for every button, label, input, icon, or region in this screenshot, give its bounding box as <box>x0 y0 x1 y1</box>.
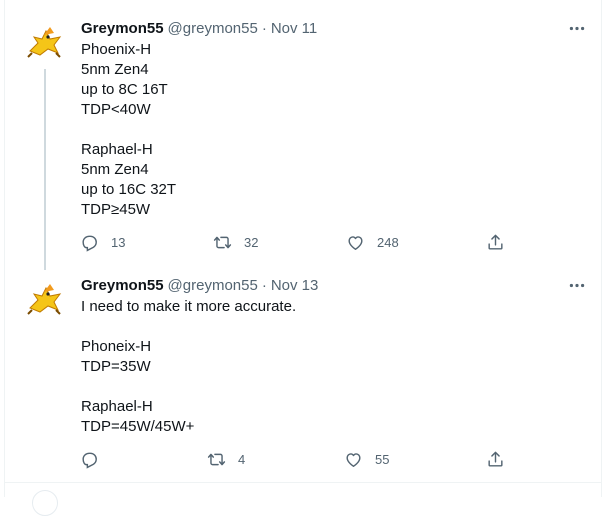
tweet-actions: 4 55 <box>80 449 520 469</box>
avatar[interactable] <box>32 490 58 516</box>
tweet-header: Greymon55 @greymon55 · Nov 11 <box>81 18 317 38</box>
more-options-button[interactable] <box>566 18 588 38</box>
separator-dot: · <box>261 276 267 294</box>
tweet-text: I need to make it more accurate. Phoneix… <box>81 298 297 435</box>
tweet-divider <box>4 482 602 483</box>
reply-count: 13 <box>111 234 126 250</box>
more-options-button[interactable] <box>566 275 588 295</box>
retweet-button[interactable]: 32 <box>213 232 258 252</box>
like-button[interactable]: 55 <box>344 449 389 469</box>
thread-connector-line <box>44 69 46 270</box>
author-name[interactable]: Greymon55 <box>81 20 164 37</box>
reply-button[interactable] <box>80 449 111 469</box>
tweet-text: Phoenix-H 5nm Zen4 up to 8C 16T TDP<40W … <box>81 41 177 218</box>
tweet-header: Greymon55 @greymon55 · Nov 13 <box>81 275 318 295</box>
retweet-icon <box>213 236 232 248</box>
like-button[interactable]: 248 <box>346 232 399 252</box>
more-dots-icon <box>569 283 585 287</box>
tweet-actions: 13 32 248 <box>80 232 520 252</box>
avatar-image <box>20 274 68 322</box>
tweet[interactable]: Greymon55 @greymon55 · Nov 11 Phoenix-H … <box>0 0 606 270</box>
avatar[interactable] <box>20 274 68 322</box>
avatar[interactable] <box>20 17 68 65</box>
tweet-date[interactable]: Nov 11 <box>271 20 317 37</box>
author-name[interactable]: Greymon55 <box>81 277 164 294</box>
reply-button[interactable]: 13 <box>80 232 125 252</box>
share-button[interactable] <box>486 449 505 469</box>
author-handle[interactable]: @greymon55 <box>168 277 258 294</box>
separator-dot: · <box>261 19 267 37</box>
heart-icon <box>346 452 361 467</box>
tweet[interactable]: Greymon55 @greymon55 · Nov 13 I need to … <box>0 270 606 482</box>
tweet-date[interactable]: Nov 13 <box>271 277 319 294</box>
retweet-button[interactable]: 4 <box>207 449 245 469</box>
retweet-icon <box>207 453 226 465</box>
heart-icon <box>348 235 363 250</box>
share-button[interactable] <box>486 232 505 252</box>
reply-icon <box>82 235 97 252</box>
reply-icon <box>82 452 97 469</box>
more-dots-icon <box>569 26 585 30</box>
share-icon <box>488 451 503 467</box>
author-handle[interactable]: @greymon55 <box>168 20 258 37</box>
share-icon <box>488 234 503 250</box>
retweet-count: 4 <box>238 451 246 467</box>
avatar-image <box>20 17 68 65</box>
like-count: 55 <box>375 451 390 467</box>
retweet-count: 32 <box>244 234 259 250</box>
like-count: 248 <box>377 234 399 250</box>
